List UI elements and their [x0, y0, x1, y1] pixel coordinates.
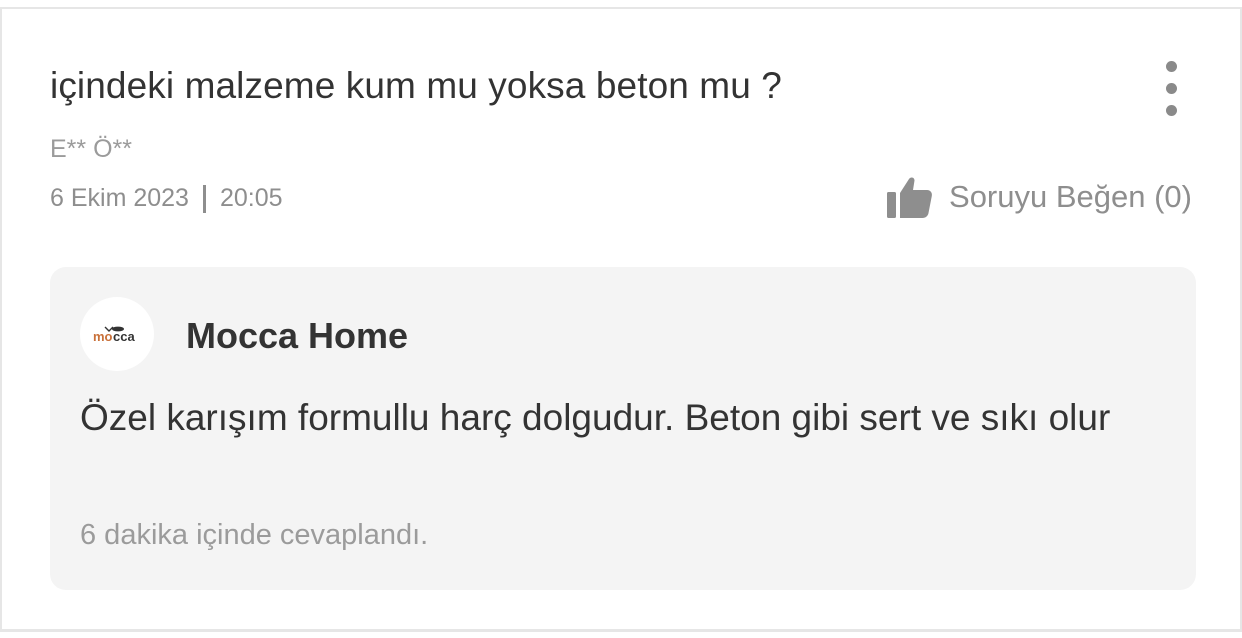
question-time: 20:05: [219, 184, 283, 212]
like-label: Soruyu Beğen (0): [949, 179, 1192, 214]
more-vertical-icon: [1166, 61, 1177, 72]
question-text: içindeki malzeme kum mu yoksa beton mu ?: [50, 65, 782, 106]
seller-avatar: mo cca: [80, 297, 154, 371]
svg-text:mo: mo: [93, 329, 113, 344]
more-options-button[interactable]: [1154, 61, 1190, 117]
svg-text:cca: cca: [113, 329, 135, 344]
answer-box: mo cca Mocca Home Özel karışım formullu …: [50, 267, 1196, 590]
like-question-button[interactable]: Soruyu Beğen (0): [887, 169, 1192, 225]
answer-text: Özel karışım formullu harç dolgudur. Bet…: [80, 397, 1111, 438]
question-date: 6 Ekim 2023: [50, 184, 189, 212]
seller-logo: mo cca: [93, 326, 135, 344]
answered-time: 6 dakika içinde cevaplandı.: [80, 519, 429, 551]
meta-divider: [202, 184, 206, 213]
seller-name[interactable]: Mocca Home: [186, 315, 408, 357]
question-meta: 6 Ekim 2023 20:05: [50, 184, 283, 213]
thumbs-up-icon: [887, 177, 932, 218]
asker-name: E** Ö**: [50, 135, 132, 163]
question-card: içindeki malzeme kum mu yoksa beton mu ?…: [0, 7, 1242, 632]
